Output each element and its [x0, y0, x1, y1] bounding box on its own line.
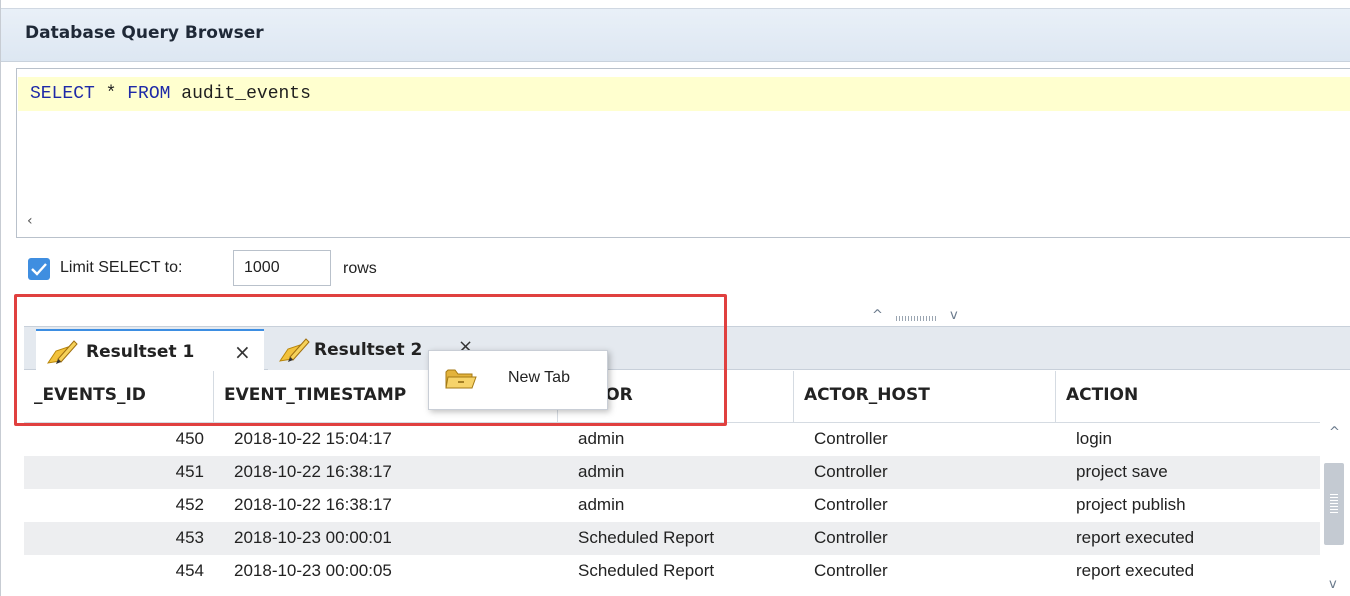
cell-actor: Scheduled Report: [578, 528, 715, 547]
cell-action: report executed: [1076, 528, 1195, 547]
cell-id: 454: [175, 561, 204, 580]
editor-current-line: SELECT * FROM audit_events: [18, 77, 1350, 111]
limit-rows-input[interactable]: 1000: [233, 250, 331, 286]
limit-checkbox[interactable]: [28, 258, 50, 280]
limit-row: Limit SELECT to: 1000 rows: [28, 250, 628, 288]
sql-query-text[interactable]: SELECT * FROM audit_events: [30, 84, 311, 104]
table-row[interactable]: 450 2018-10-22 15:04:17 admin Controller…: [24, 423, 1320, 456]
splitter-grip-icon[interactable]: [896, 316, 936, 321]
table-row[interactable]: 453 2018-10-23 00:00:01 Scheduled Report…: [24, 522, 1320, 555]
cell-id: 453: [175, 528, 204, 547]
title-bar: Database Query Browser: [1, 8, 1350, 62]
cell-timestamp: 2018-10-23 00:00:05: [234, 561, 392, 580]
cell-timestamp: 2018-10-22 16:38:17: [234, 495, 392, 514]
limit-label: Limit SELECT to:: [60, 259, 183, 276]
scroll-down-icon[interactable]: v: [1329, 577, 1337, 592]
cell-timestamp: 2018-10-23 00:00:01: [234, 528, 392, 547]
cell-actor-host: Controller: [814, 495, 888, 514]
cell-actor: admin: [578, 462, 625, 481]
cell-action: report executed: [1076, 561, 1195, 580]
cell-actor: admin: [578, 429, 625, 448]
cell-timestamp: 2018-10-22 16:38:17: [234, 462, 392, 481]
annotation-highlight-box: [14, 294, 727, 426]
chevron-up-icon[interactable]: ^: [872, 308, 883, 323]
column-header-actor-host[interactable]: ACTOR_HOST: [794, 371, 1056, 423]
cell-id: 451: [175, 462, 204, 481]
cell-timestamp: 2018-10-22 15:04:17: [234, 429, 392, 448]
table-row[interactable]: 454 2018-10-23 00:00:05 Scheduled Report…: [24, 555, 1320, 588]
keyword-from: FROM: [127, 84, 171, 104]
table-row[interactable]: 451 2018-10-22 16:38:17 admin Controller…: [24, 456, 1320, 489]
cell-action: project publish: [1076, 495, 1186, 514]
scroll-up-icon[interactable]: ^: [1329, 425, 1340, 440]
window-title: Database Query Browser: [25, 23, 264, 43]
star-token: *: [105, 84, 117, 104]
sql-editor[interactable]: SELECT * FROM audit_events ‹: [16, 68, 1350, 238]
panel-splitter[interactable]: ^ v: [864, 306, 974, 326]
grip-icon: [1330, 493, 1338, 513]
cell-action: login: [1076, 429, 1112, 448]
cell-actor: Scheduled Report: [578, 561, 715, 580]
rows-label: rows: [343, 260, 377, 277]
vertical-scrollbar[interactable]: ^ v: [1320, 423, 1350, 596]
table-row[interactable]: 452 2018-10-22 16:38:17 admin Controller…: [24, 489, 1320, 522]
cell-id: 452: [175, 495, 204, 514]
cell-actor-host: Controller: [814, 462, 888, 481]
table-token: audit_events: [181, 84, 311, 104]
scrollbar-thumb[interactable]: [1324, 463, 1344, 545]
keyword-select: SELECT: [30, 84, 95, 104]
scroll-left-icon[interactable]: ‹: [27, 213, 33, 229]
checkmark-icon: [31, 263, 47, 276]
chevron-down-icon[interactable]: v: [950, 308, 958, 323]
column-header-action[interactable]: ACTION: [1056, 371, 1320, 423]
cell-actor-host: Controller: [814, 528, 888, 547]
cell-action: project save: [1076, 462, 1168, 481]
cell-actor: admin: [578, 495, 625, 514]
cell-actor-host: Controller: [814, 561, 888, 580]
cell-actor-host: Controller: [814, 429, 888, 448]
cell-id: 450: [175, 429, 204, 448]
